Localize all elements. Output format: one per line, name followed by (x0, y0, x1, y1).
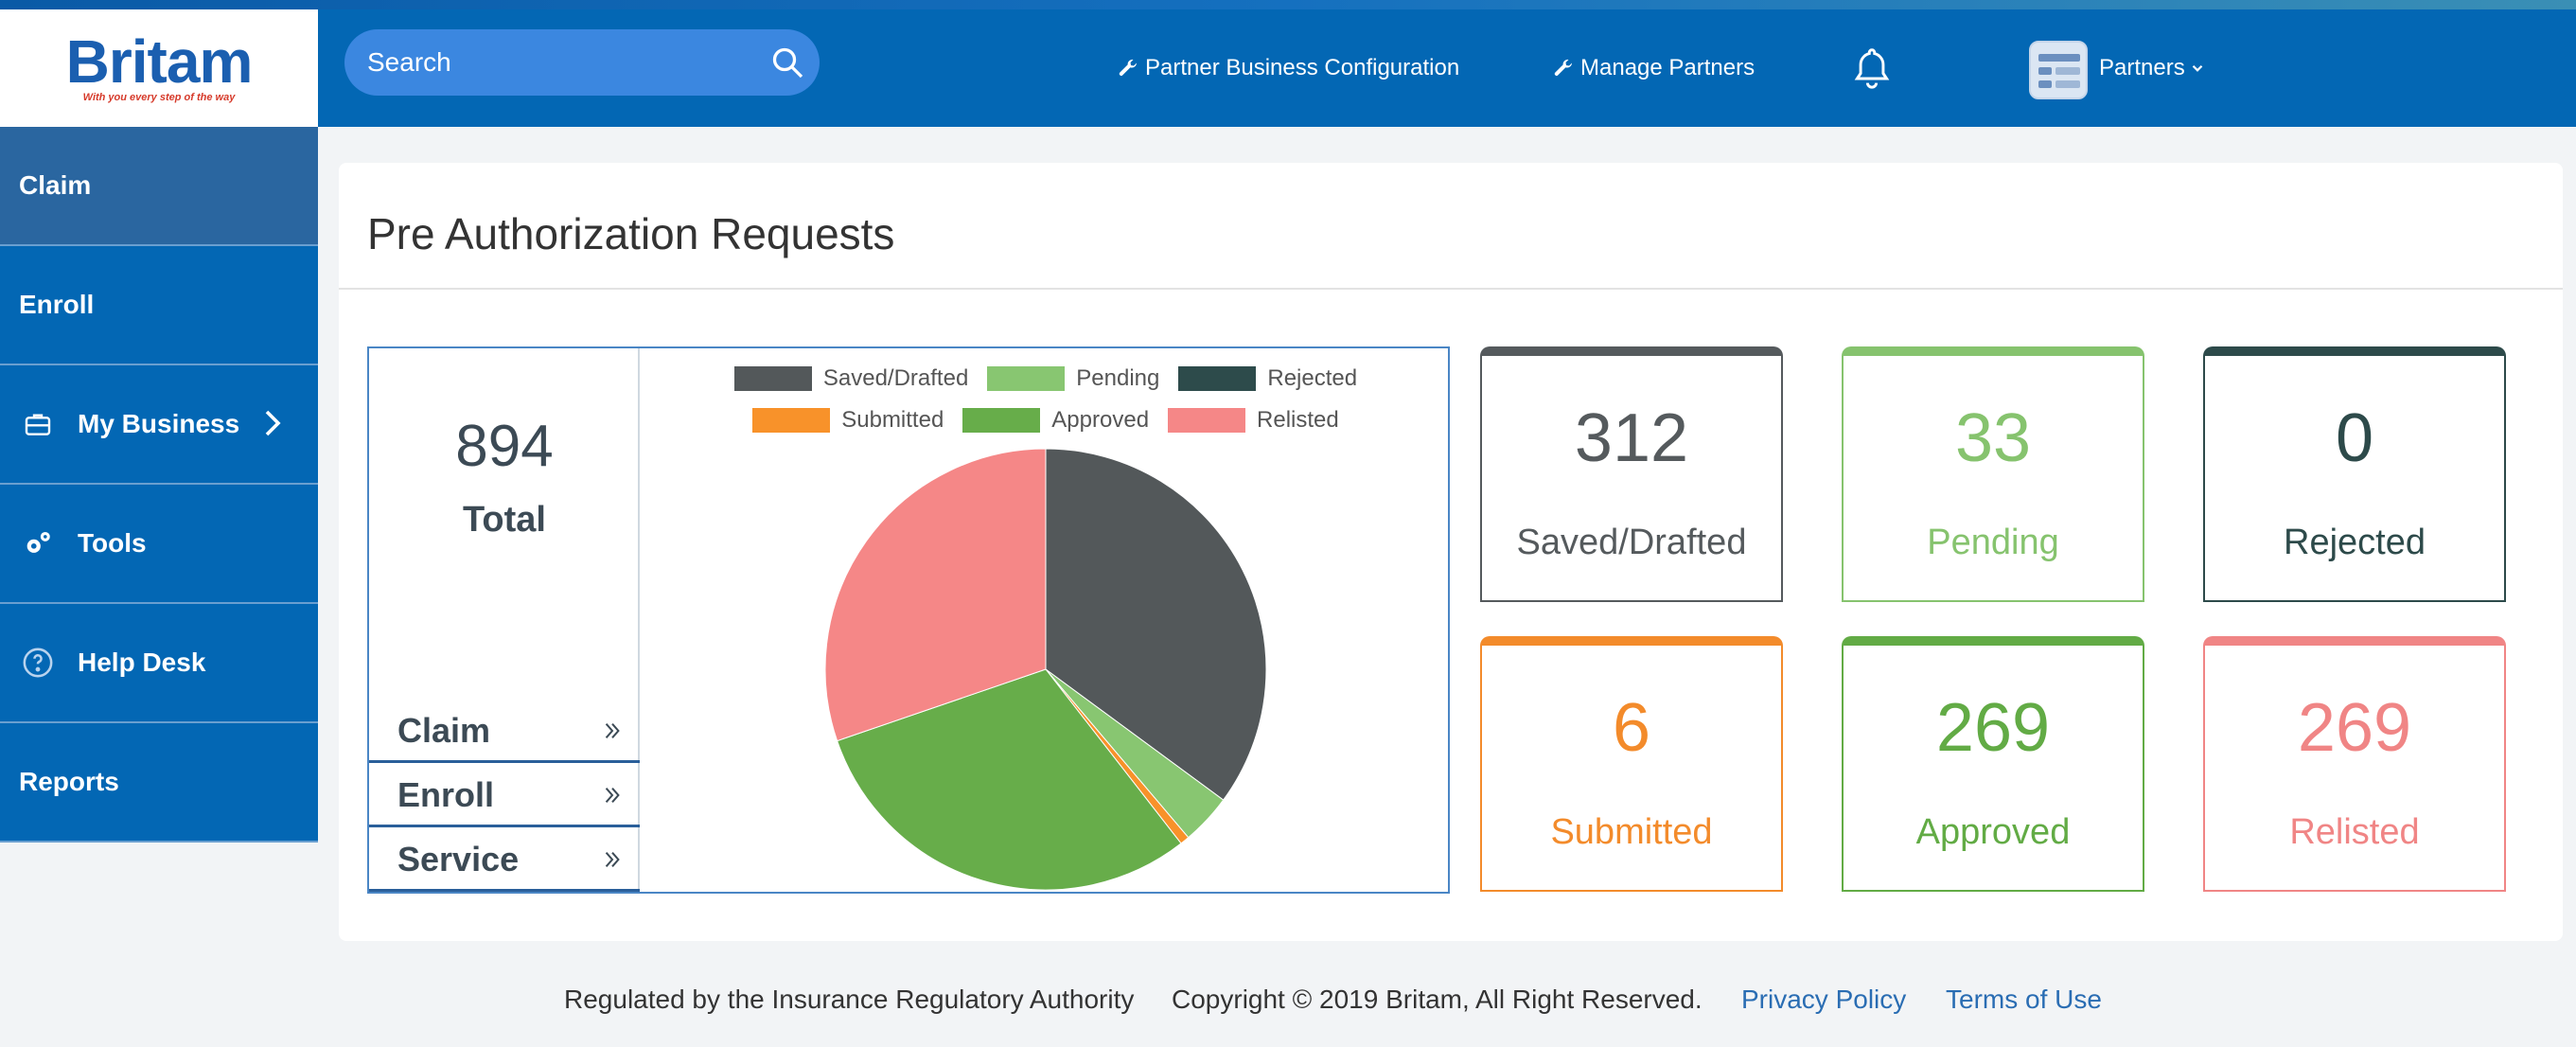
legend-item-submitted[interactable]: Submitted (752, 407, 944, 434)
brand-logo[interactable]: Britam With you every step of the way (0, 9, 318, 127)
stat-value: 0 (2335, 400, 2374, 476)
claim-link[interactable]: Claim (369, 701, 640, 763)
search-input[interactable]: Search (344, 29, 820, 96)
top-accent-stripe (0, 0, 2576, 9)
sidebar-item-claim[interactable]: Claim (0, 127, 318, 246)
stat-card-submitted[interactable]: 6 Submitted (1480, 636, 1783, 892)
stat-label: Rejected (2284, 523, 2426, 562)
service-link[interactable]: Service (369, 829, 640, 892)
stat-value: 33 (1954, 400, 2032, 476)
sidebar-item-label: Help Desk (78, 648, 206, 677)
footer-regulated-text: Regulated by the Insurance Regulatory Au… (564, 985, 1135, 1014)
partner-avatar[interactable] (2029, 41, 2088, 99)
nav-link-label: Partner Business Configuration (1145, 55, 1460, 80)
sidebar-item-help-desk[interactable]: Help Desk (0, 604, 318, 723)
terms-of-use-link[interactable]: Terms of Use (1946, 985, 2102, 1015)
chart-legend: Saved/Drafted Pending Rejected Submitted… (644, 358, 1448, 441)
wrench-icon (1119, 59, 1137, 76)
sidebar-item-label: Tools (78, 528, 147, 558)
stat-value: 6 (1612, 690, 1651, 766)
sidebar-item-label: My Business (78, 409, 240, 438)
logo-wordmark: Britam (65, 27, 254, 96)
footer-copyright: Copyright © 2019 Britam, All Right Reser… (1172, 985, 1703, 1014)
double-chevron-right-icon (605, 787, 620, 803)
pie-chart (824, 448, 1267, 891)
footer: Regulated by the Insurance Regulatory Au… (318, 975, 2576, 1030)
double-chevron-right-icon (605, 722, 620, 738)
legend-item-relisted[interactable]: Relisted (1168, 407, 1339, 434)
logo-tagline: With you every step of the way (82, 92, 236, 103)
search-icon[interactable] (770, 45, 804, 80)
stat-card-approved[interactable]: 269 Approved (1842, 636, 2144, 892)
link-label: Claim (397, 710, 491, 750)
account-menu[interactable]: Partners (2099, 9, 2206, 127)
page-title: Pre Authorization Requests (367, 209, 895, 258)
total-count: 894 (455, 414, 554, 479)
search-placeholder[interactable]: Search (367, 29, 451, 96)
legend-item-rejected[interactable]: Rejected (1178, 365, 1357, 392)
enroll-link[interactable]: Enroll (369, 765, 640, 827)
privacy-policy-link[interactable]: Privacy Policy (1741, 985, 1906, 1015)
stat-card-pending[interactable]: 33 Pending (1842, 346, 2144, 602)
top-navigation-bar: Search Partner Business Configuration Ma… (318, 9, 2576, 127)
link-label: Service (397, 839, 520, 878)
stat-label: Pending (1927, 523, 2059, 562)
nav-link-label: Manage Partners (1580, 55, 1756, 80)
summary-chart-panel: 894 Total Claim Enroll Service Saved/Dra… (367, 346, 1450, 894)
total-label: Total (463, 500, 546, 540)
sidebar: Claim Enroll My Business Tools Help Desk… (0, 127, 318, 843)
stat-card-relisted[interactable]: 269 Relisted (2203, 636, 2506, 892)
stat-card-rejected[interactable]: 0 Rejected (2203, 346, 2506, 602)
nav-partner-business-configuration[interactable]: Partner Business Configuration (1117, 9, 1459, 127)
wrench-icon (1554, 59, 1572, 76)
stat-value: 269 (1935, 690, 2051, 766)
total-column: 894 Total Claim Enroll Service (369, 348, 640, 892)
sidebar-item-label: Reports (19, 767, 119, 796)
sidebar-item-reports[interactable]: Reports (0, 723, 318, 843)
legend-item-saved-drafted[interactable]: Saved/Drafted (733, 365, 968, 392)
stat-label: Approved (1915, 812, 2071, 852)
pre-authorization-card: Pre Authorization Requests 894 Total Cla… (339, 163, 2563, 941)
sidebar-item-enroll[interactable]: Enroll (0, 246, 318, 365)
gears-icon (19, 524, 57, 562)
stat-value: 312 (1574, 400, 1689, 476)
nav-manage-partners[interactable]: Manage Partners (1552, 9, 1755, 127)
stat-value: 269 (2297, 690, 2412, 766)
chevron-right-icon (265, 410, 281, 436)
stat-card-saved-drafted[interactable]: 312 Saved/Drafted (1480, 346, 1783, 602)
sidebar-item-tools[interactable]: Tools (0, 485, 318, 604)
sidebar-item-label: Claim (19, 170, 92, 200)
briefcase-icon (19, 405, 57, 443)
link-label: Enroll (397, 774, 495, 814)
sidebar-item-label: Enroll (19, 290, 95, 319)
stat-label: Relisted (2289, 812, 2420, 852)
chevron-down-icon (2192, 64, 2202, 72)
question-circle-icon (19, 644, 57, 682)
legend-item-approved[interactable]: Approved (962, 407, 1149, 434)
legend-item-pending[interactable]: Pending (987, 365, 1159, 392)
title-divider (339, 288, 2563, 290)
account-menu-label: Partners (2099, 55, 2185, 80)
stat-label: Submitted (1550, 812, 1713, 852)
sidebar-item-my-business[interactable]: My Business (0, 365, 318, 485)
stat-label: Saved/Drafted (1516, 523, 1747, 562)
bell-icon[interactable] (1851, 45, 1893, 91)
double-chevron-right-icon (605, 851, 620, 867)
